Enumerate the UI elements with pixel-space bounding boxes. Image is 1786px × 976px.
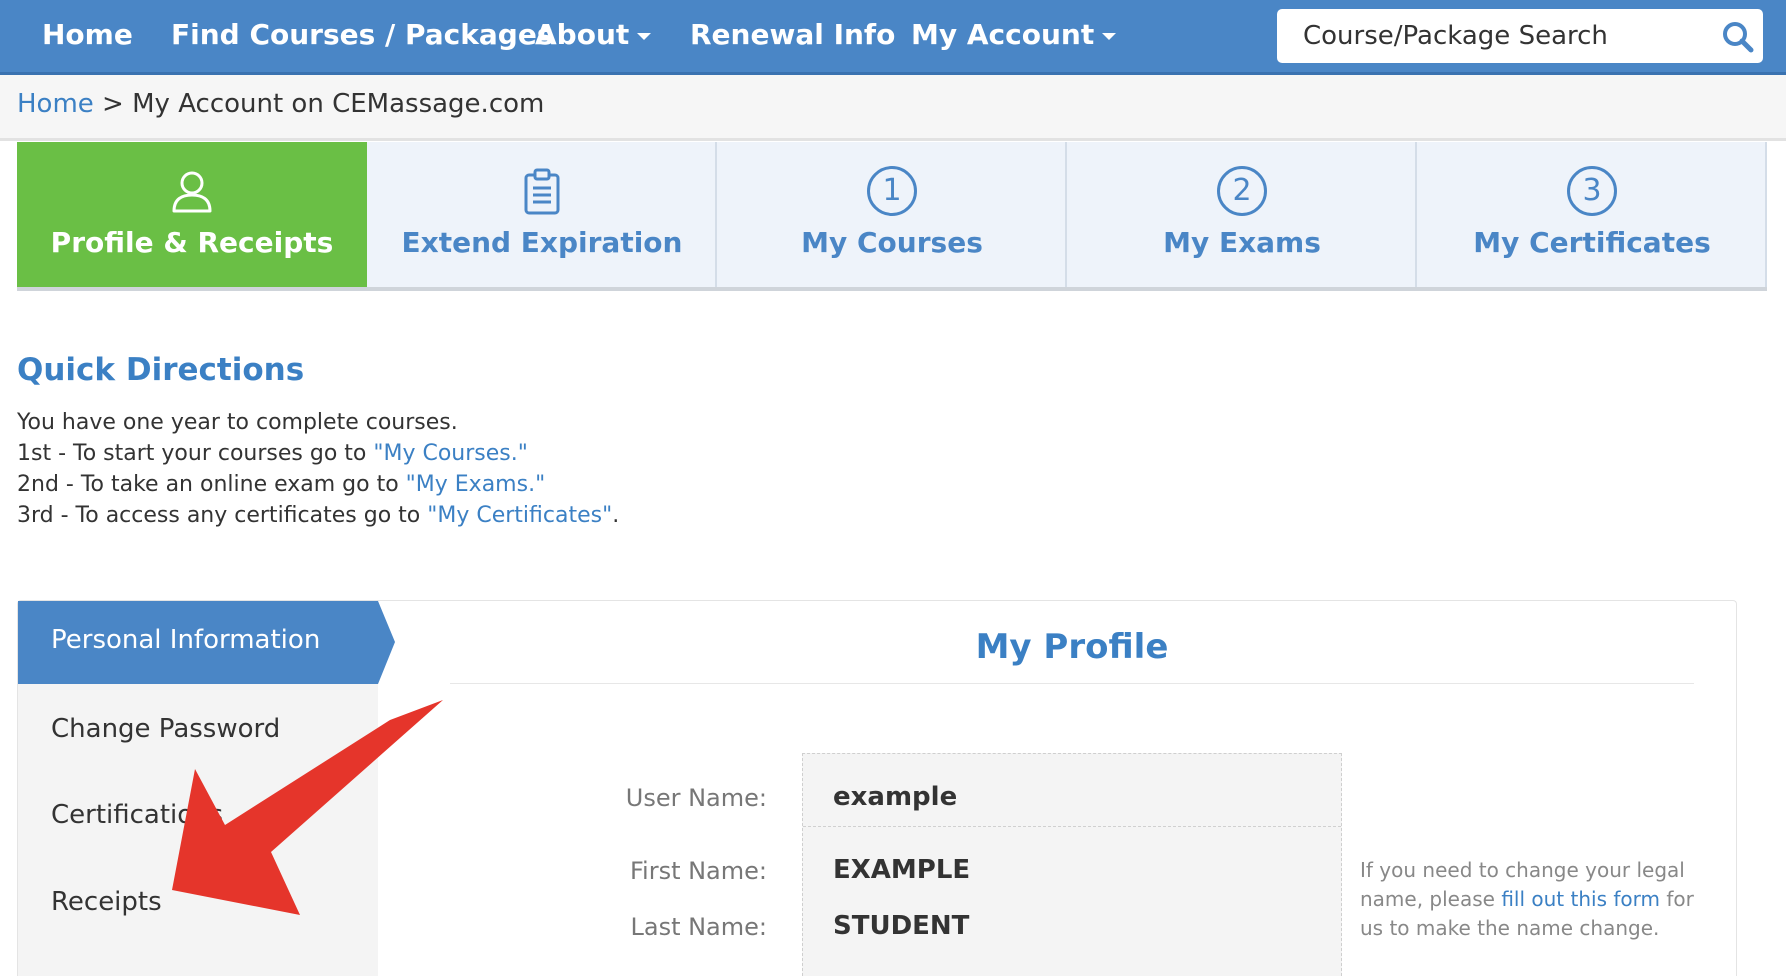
nav-renewal-info-link[interactable]: Renewal Info [690,18,895,51]
tab-extend-expiration-label: Extend Expiration [401,226,683,259]
account-tabs: Profile & Receipts Extend Expiration 1 M… [17,142,1767,291]
nav-find-courses-link[interactable]: Find Courses / Packages [171,18,554,51]
quick-directions-line-2-text: 1st - To start your courses go to [17,441,374,466]
nav-my-account-label: My Account [911,18,1095,51]
breadcrumb-separator: > [93,89,133,119]
user-name-label: User Name: [625,784,767,812]
sidebar-item-personal-information-label: Personal Information [51,625,321,655]
search-icon[interactable] [1720,19,1756,55]
nav-about-label: About [535,18,630,51]
quick-directions-line-4: 3rd - To access any certificates go to "… [17,503,619,528]
chevron-down-icon [637,32,652,40]
sidebar-item-personal-information[interactable]: Personal Information [18,601,395,684]
first-name-label: First Name: [629,857,767,885]
tab-profile-receipts-label: Profile & Receipts [50,226,334,259]
clipboard-icon [524,168,560,215]
tab-my-certificates[interactable]: 3 My Certificates [1417,142,1767,287]
profile-title: My Profile [975,627,1169,667]
tab-my-courses-label: My Courses [801,226,983,259]
quick-directions-line-3: 2nd - To take an online exam go to "My E… [17,472,545,497]
nav-about-dropdown[interactable]: About [535,18,652,51]
nav-my-account-dropdown[interactable]: My Account [911,18,1117,51]
sidebar-item-change-password[interactable]: Change Password [51,714,280,744]
quick-directions-line-2: 1st - To start your courses go to "My Co… [17,441,528,466]
chevron-down-icon [1102,32,1117,40]
last-name-label: Last Name: [630,913,767,941]
profile-fields-divider [803,826,1341,827]
user-icon [172,171,212,213]
course-search-input[interactable] [1277,9,1717,63]
breadcrumb: Home > My Account on CEMassage.com [0,75,1786,141]
course-search-box [1277,9,1763,63]
top-navigation-bar: Home Find Courses / Packages About Renew… [0,0,1786,75]
my-courses-link[interactable]: "My Courses." [373,441,528,466]
step-3-icon: 3 [1567,166,1617,216]
quick-directions-line-3-text: 2nd - To take an online exam go to [17,472,406,497]
my-certificates-link[interactable]: "My Certificates" [427,503,612,528]
profile-title-divider [450,683,1694,684]
quick-directions-heading: Quick Directions [17,352,305,388]
my-exams-link[interactable]: "My Exams." [406,472,546,497]
name-change-form-link[interactable]: fill out this form [1501,887,1660,911]
tab-extend-expiration[interactable]: Extend Expiration [367,142,717,287]
tab-profile-receipts[interactable]: Profile & Receipts [17,142,367,287]
sidebar-item-certifications[interactable]: Certifications [51,800,223,830]
quick-directions-line-4-text: 3rd - To access any certificates go to [17,503,428,528]
step-2-icon: 2 [1217,166,1267,216]
first-name-value: EXAMPLE [833,855,971,885]
breadcrumb-home-link[interactable]: Home [17,89,94,119]
sidebar-item-receipts[interactable]: Receipts [51,887,162,917]
last-name-value: STUDENT [833,911,970,941]
step-1-icon: 1 [867,166,917,216]
tab-my-exams-label: My Exams [1163,226,1321,259]
breadcrumb-current: My Account on CEMassage.com [132,89,545,119]
tab-my-courses[interactable]: 1 My Courses [717,142,1067,287]
tab-my-exams[interactable]: 2 My Exams [1067,142,1417,287]
nav-home-link[interactable]: Home [42,18,133,51]
quick-directions-line-1: You have one year to complete courses. [17,410,458,435]
quick-directions-line-4-suffix: . [612,503,620,528]
user-name-value: example [833,782,958,812]
legal-name-change-note: If you need to change your legal name, p… [1360,856,1700,943]
tab-my-certificates-label: My Certificates [1473,226,1711,259]
